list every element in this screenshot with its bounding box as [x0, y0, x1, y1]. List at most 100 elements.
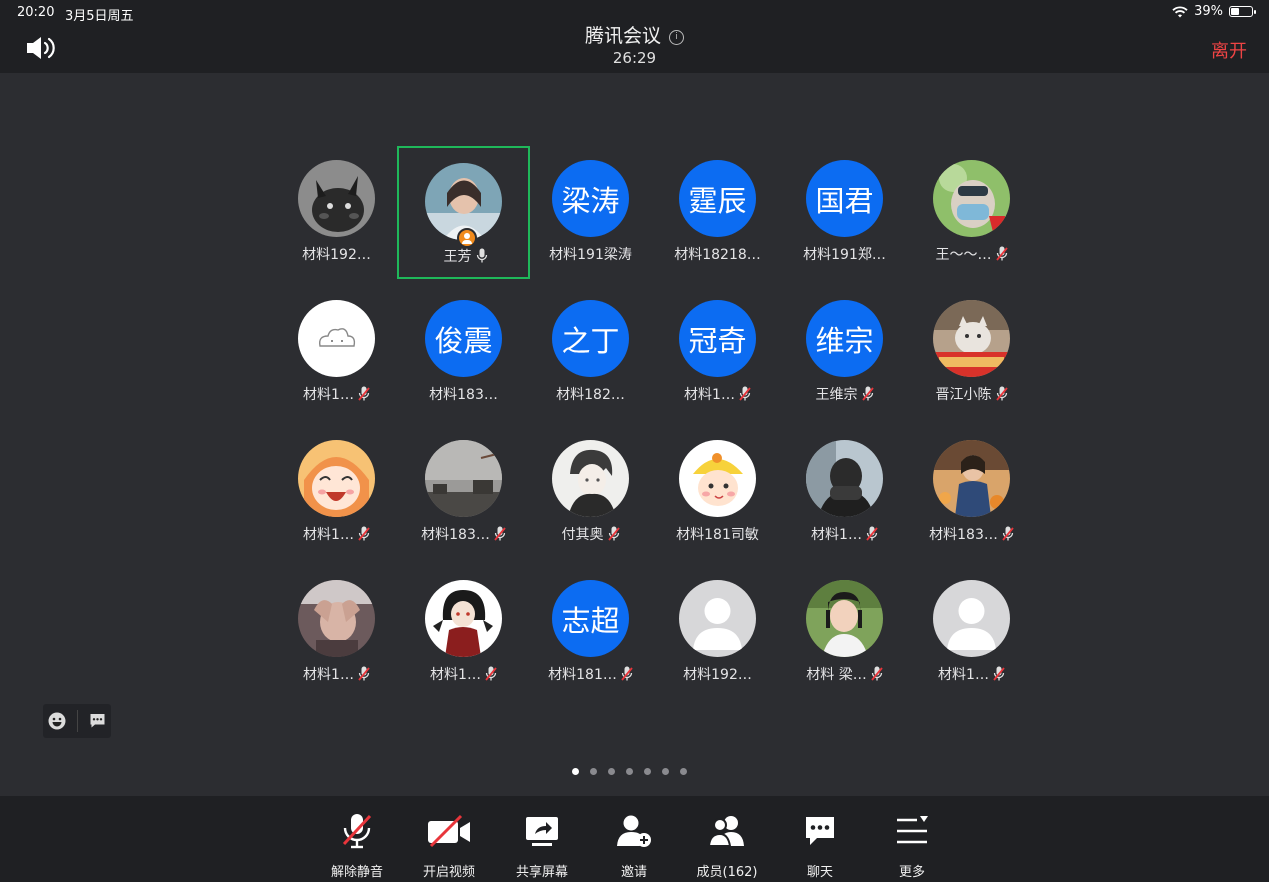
status-time: 20:20 [17, 5, 55, 20]
participant-tile[interactable]: 梁涛材料191梁涛 [524, 146, 657, 279]
participant-tile[interactable]: 国君材料191郑… [778, 146, 911, 279]
mic-muted-icon [871, 666, 883, 681]
share-button[interactable]: 共享屏幕 [504, 812, 580, 880]
page-dot[interactable] [572, 768, 579, 775]
participant-name: 材料191郑… [803, 247, 886, 263]
participant-tile[interactable]: 之丁材料182… [524, 286, 657, 419]
chat-icon [782, 812, 858, 850]
page-indicator[interactable] [572, 768, 687, 775]
participant-name: 材料1… [303, 387, 354, 403]
battery-percent: 39% [1194, 4, 1223, 19]
invite-button[interactable]: 邀请 [596, 812, 672, 880]
participant-tile[interactable]: 材料 梁… [778, 566, 911, 699]
share-screen-icon [504, 812, 580, 850]
participant-tile[interactable]: 材料183… [397, 426, 530, 559]
participant-name: 晋江小陈 [935, 387, 992, 403]
emoji-icon[interactable] [48, 712, 66, 730]
page-dot[interactable] [662, 768, 669, 775]
more-button[interactable]: 更多 [874, 812, 950, 880]
participant-name: 材料 梁… [806, 667, 867, 683]
participant-avatar [933, 440, 1010, 517]
participant-tile[interactable]: 材料1… [397, 566, 530, 699]
participant-name: 王维宗 [815, 387, 858, 403]
page-dot[interactable] [680, 768, 687, 775]
video-label: 开启视频 [422, 865, 475, 880]
participant-avatar [552, 440, 629, 517]
participant-name: 材料181司敏 [676, 527, 759, 543]
participant-name: 材料192… [302, 247, 371, 263]
video-button[interactable]: 开启视频 [411, 812, 487, 880]
participant-tile[interactable]: 材料1… [270, 286, 403, 419]
battery-icon [1229, 6, 1256, 17]
participant-name: 材料183… [929, 527, 998, 543]
participant-avatar [806, 580, 883, 657]
participant-avatar: 俊震 [425, 300, 502, 377]
participant-tile[interactable]: 俊震材料183… [397, 286, 530, 419]
mic-muted-icon [494, 526, 506, 541]
mic-muted-icon [995, 246, 1008, 261]
meeting-duration: 26:29 [612, 49, 657, 67]
mic-muted-icon [861, 386, 874, 401]
share-label: 共享屏幕 [515, 865, 568, 880]
mic-muted-icon [607, 526, 620, 541]
participant-tile[interactable]: 材料1… [778, 426, 911, 559]
participant-tile[interactable]: 王芳 [397, 146, 530, 279]
participant-tile[interactable]: 维宗 王维宗 [778, 286, 911, 419]
participant-tile[interactable]: 材料192… [270, 146, 403, 279]
chat-bubble-icon[interactable] [89, 713, 106, 729]
mic-muted-icon [358, 386, 370, 401]
members-button[interactable]: 成员(162) [689, 812, 765, 880]
invite-label: 邀请 [620, 865, 647, 880]
page-dot[interactable] [644, 768, 651, 775]
participant-avatar [933, 160, 1010, 237]
participant-avatar: 之丁 [552, 300, 629, 377]
participant-tile[interactable]: 材料1… [270, 566, 403, 699]
participant-tile[interactable]: 志超 材料181… [524, 566, 657, 699]
participant-name: 材料183… [421, 527, 490, 543]
participant-tile[interactable]: 付其奥 [524, 426, 657, 559]
participant-tile[interactable]: 晋江小陈 [905, 286, 1038, 419]
info-icon[interactable]: i [669, 30, 684, 45]
participant-tile[interactable]: 冠奇 材料1… [651, 286, 784, 419]
leave-button[interactable]: 离开 [1211, 37, 1247, 63]
participant-name: 材料191梁涛 [549, 247, 632, 263]
participant-avatar: 国君 [806, 160, 883, 237]
chat-button[interactable]: 聊天 [782, 812, 858, 880]
wifi-icon [1172, 5, 1188, 17]
unmute-button[interactable]: 解除静音 [319, 812, 395, 880]
participant-tile[interactable]: 王～～… [905, 146, 1038, 279]
participant-name: 材料1… [303, 667, 354, 683]
participant-tile[interactable]: 材料192… [651, 566, 784, 699]
meeting-title: 腾讯会议 [584, 25, 661, 47]
participant-tile[interactable]: 材料181司敏 [651, 426, 784, 559]
mic-muted-icon [319, 812, 395, 850]
participant-avatar: 冠奇 [679, 300, 756, 377]
participant-name: 材料183… [429, 387, 498, 403]
participant-name: 材料182… [556, 387, 625, 403]
page-dot[interactable] [626, 768, 633, 775]
participant-avatar [298, 580, 375, 657]
participant-name: 材料181… [548, 667, 617, 683]
meeting-header: 腾讯会议 i 26:29 离开 [0, 24, 1269, 73]
add-person-icon [596, 812, 672, 850]
mic-muted-icon [866, 526, 878, 541]
participant-tile[interactable]: 霆辰材料18218… [651, 146, 784, 279]
mic-on-icon [476, 248, 487, 263]
participant-avatar [679, 440, 756, 517]
participant-name: 材料18218… [674, 247, 761, 263]
participant-tile[interactable]: 材料1… [270, 426, 403, 559]
participant-avatar [425, 580, 502, 657]
host-badge-icon [457, 228, 477, 248]
participant-tile[interactable]: 材料1… [905, 566, 1038, 699]
participant-avatar [298, 440, 375, 517]
participant-avatar: 霆辰 [679, 160, 756, 237]
floating-tools [43, 704, 111, 738]
participant-avatar [298, 300, 375, 377]
participant-tile[interactable]: 材料183… [905, 426, 1038, 559]
participant-avatar [933, 300, 1010, 377]
page-dot[interactable] [590, 768, 597, 775]
page-dot[interactable] [608, 768, 615, 775]
members-label: 成员(162) [696, 865, 758, 880]
members-icon [689, 812, 765, 850]
participant-avatar: 梁涛 [552, 160, 629, 237]
